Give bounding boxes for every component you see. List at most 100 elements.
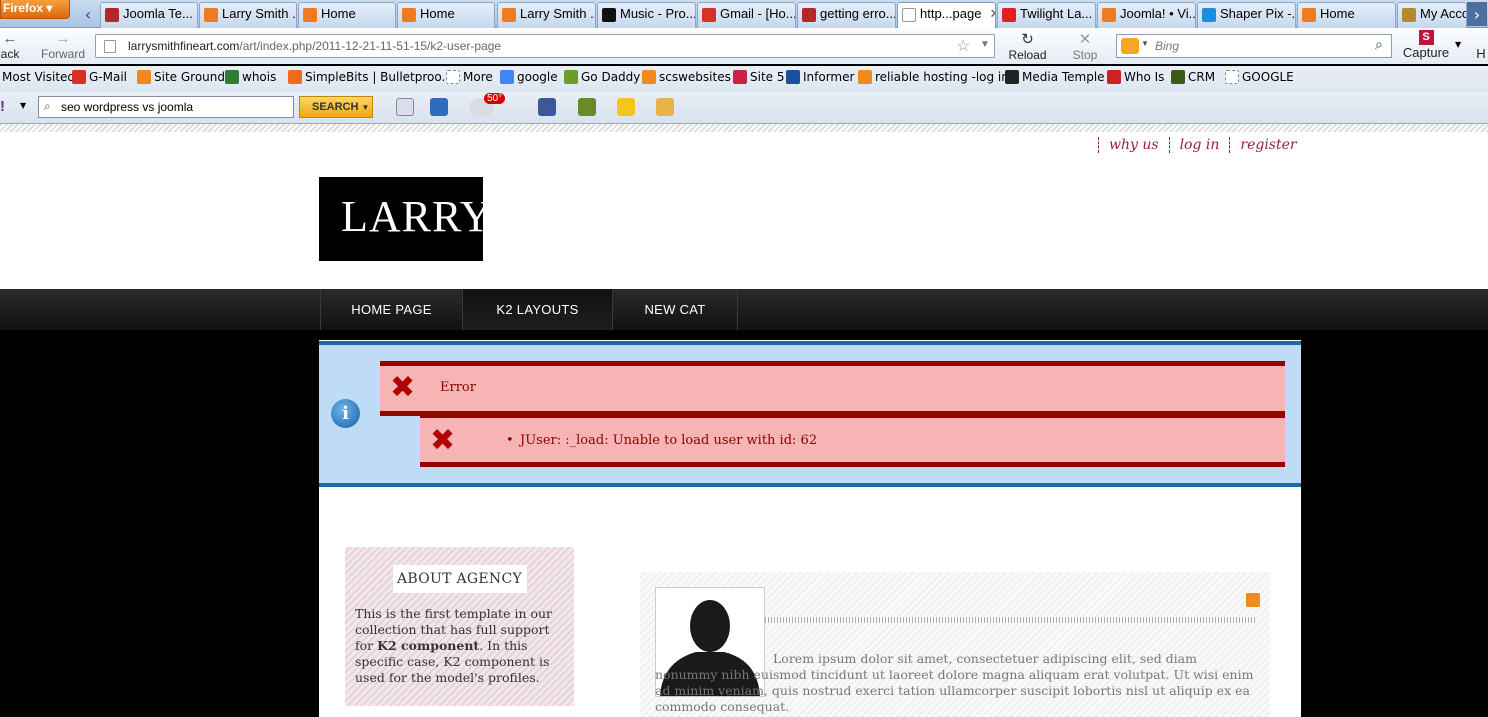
profile-bio: Lorem ipsum dolor sit amet, consectetuer…	[655, 651, 1254, 714]
bookmark-item[interactable]: Who Is	[1107, 70, 1164, 84]
capture-button[interactable]: S Capture	[1400, 28, 1452, 60]
why-us-link[interactable]: why us	[1098, 137, 1169, 153]
menu-item-k2-layouts[interactable]: K2 LAYOUTS	[462, 289, 612, 330]
yahoo-logo-icon[interactable]: !	[0, 98, 14, 116]
tab-2[interactable]: Home	[298, 2, 396, 28]
bookmark-item[interactable]: whois	[225, 70, 276, 84]
bookmark-label: SimpleBits | Bulletproo...	[305, 70, 453, 84]
scroll-tabs-left-icon[interactable]: ‹	[78, 2, 98, 26]
bookmark-label: reliable hosting -log in	[875, 70, 1009, 84]
stop-button[interactable]: ✕ Stop	[1065, 30, 1105, 62]
bookmark-item[interactable]: Informer	[786, 70, 854, 84]
tab-13[interactable]: My Acco	[1397, 2, 1467, 28]
tab-4[interactable]: Larry Smith ...	[497, 2, 596, 28]
mt-icon	[1005, 70, 1019, 84]
yahoo-search-label: SEARCH	[312, 101, 359, 113]
home-button[interactable]: H	[1474, 46, 1488, 61]
bookmark-item[interactable]: google	[500, 70, 558, 84]
site-logo[interactable]: LARRY	[319, 177, 483, 261]
blank-page-favicon	[902, 8, 916, 22]
joomla-favicon	[1102, 8, 1116, 22]
about-text: This is the first template in our collec…	[355, 606, 564, 686]
bookmark-label: More	[463, 70, 493, 84]
crm-icon	[1171, 70, 1185, 84]
back-button[interactable]: ← ack	[0, 30, 20, 61]
reload-label: Reload	[1008, 48, 1047, 62]
stop-icon: ✕	[1078, 31, 1092, 48]
ebay-tool-icon[interactable]	[617, 98, 635, 116]
search-engine-box[interactable]: ▼ Bing ⌕	[1116, 34, 1392, 58]
bookmark-label: Site Ground	[154, 70, 225, 84]
bookmark-item[interactable]: CRM	[1171, 70, 1215, 84]
bookmark-item[interactable]: More	[446, 70, 493, 84]
tab-12[interactable]: Home	[1297, 2, 1396, 28]
bookmark-label: Most Visited	[2, 70, 76, 84]
facebook-tool-icon[interactable]	[538, 98, 556, 116]
tab-8[interactable]: http...page ✕	[897, 2, 996, 29]
tab-7[interactable]: getting erro...	[797, 2, 896, 28]
yahoo-menu-icon[interactable]: ▼	[20, 101, 26, 110]
rss-feed-icon[interactable]	[1246, 593, 1260, 607]
engine-dropdown-icon[interactable]: ▼	[1141, 39, 1149, 48]
capture-label: Capture	[1402, 45, 1450, 60]
log-in-link[interactable]: log in	[1168, 137, 1230, 153]
bookmark-label: Informer	[803, 70, 855, 84]
url-dropdown-icon[interactable]: ▼	[980, 39, 990, 50]
tab-9[interactable]: Twilight La...	[997, 2, 1096, 28]
tab-label: Larry Smith ...	[520, 6, 596, 21]
tab-10[interactable]: Joomla! • Vi...	[1097, 2, 1196, 28]
bookmark-label: Who Is	[1124, 70, 1165, 84]
joomla-favicon	[1302, 8, 1316, 22]
about-agency-module: ABOUT AGENCY This is the first template …	[345, 547, 574, 706]
bookmark-item[interactable]: scswebsites	[642, 70, 731, 84]
mail-tool-icon[interactable]	[430, 98, 448, 116]
address-bar[interactable]: larrysmithfineart.com/art/index.php/2011…	[95, 34, 995, 58]
shopping-tool-icon[interactable]	[656, 98, 674, 116]
bookmark-item[interactable]: Go Daddy	[564, 70, 640, 84]
close-tab-icon[interactable]: ✕	[989, 6, 995, 29]
tab-3[interactable]: Home	[397, 2, 495, 28]
url-path: /art/index.php/2011-12-21-11-51-15/k2-us…	[239, 39, 502, 53]
tab-label: Twilight La...	[1020, 6, 1093, 21]
forward-button[interactable]: → Forward	[38, 30, 88, 61]
tab-11[interactable]: Shaper Pix -...	[1197, 2, 1296, 28]
capture-dropdown-icon[interactable]: ▼	[1455, 40, 1461, 49]
tab-label: Larry Smith ...	[222, 6, 297, 21]
tab-1[interactable]: Larry Smith ...	[199, 2, 297, 28]
bookmark-item[interactable]: G-Mail	[72, 70, 127, 84]
bookmark-item[interactable]: Site 5	[733, 70, 785, 84]
menu-item-new-cat[interactable]: NEW CAT	[612, 289, 738, 330]
bookmark-item[interactable]: SimpleBits | Bulletproo...	[288, 70, 453, 84]
capture-icon: S	[1418, 30, 1434, 45]
register-link[interactable]: register	[1229, 137, 1306, 153]
search-icon[interactable]: ⌕	[1375, 36, 1383, 53]
joomla-favicon	[303, 8, 317, 22]
error-bullet: •	[506, 433, 514, 448]
weather-badge: 50°	[484, 93, 506, 104]
tab-6[interactable]: Gmail - [Ho...	[697, 2, 796, 28]
account-favicon	[1402, 8, 1416, 22]
tab-5[interactable]: Music - Pro...	[597, 2, 696, 28]
bookmark-star-icon[interactable]: ☆	[956, 36, 970, 56]
page-identity-icon	[104, 40, 116, 53]
tab-0[interactable]: Joomla Te...	[100, 2, 198, 28]
bookmark-item[interactable]: GOOGLE	[1225, 70, 1294, 84]
yahoo-search-button[interactable]: SEARCH ▼	[299, 96, 373, 118]
reload-icon: ↻	[1021, 31, 1034, 48]
tab-label: getting erro...	[820, 6, 896, 21]
bookmark-item[interactable]: reliable hosting -log in	[858, 70, 1009, 84]
firefox-menu-label: Firefox	[3, 1, 44, 15]
site-header	[0, 132, 1488, 289]
yahoo-search-input[interactable]: ⌕ seo wordpress vs joomla	[38, 96, 294, 118]
firefox-menu-button[interactable]: Firefox ▾	[0, 0, 70, 19]
bookmark-item[interactable]: Site Ground	[137, 70, 225, 84]
scroll-tabs-right-icon[interactable]: ›	[1467, 2, 1487, 26]
copy-tool-icon[interactable]	[396, 98, 414, 116]
bookmark-item[interactable]: Most Visited	[2, 70, 75, 84]
games-tool-icon[interactable]	[578, 98, 596, 116]
menu-item-home-page[interactable]: HOME PAGE	[320, 289, 462, 330]
reload-button[interactable]: ↻ Reload	[1005, 30, 1050, 62]
joomla-favicon	[204, 8, 218, 22]
tab-label: Joomla! • Vi...	[1120, 6, 1196, 21]
bookmark-item[interactable]: Media Temple	[1005, 70, 1105, 84]
